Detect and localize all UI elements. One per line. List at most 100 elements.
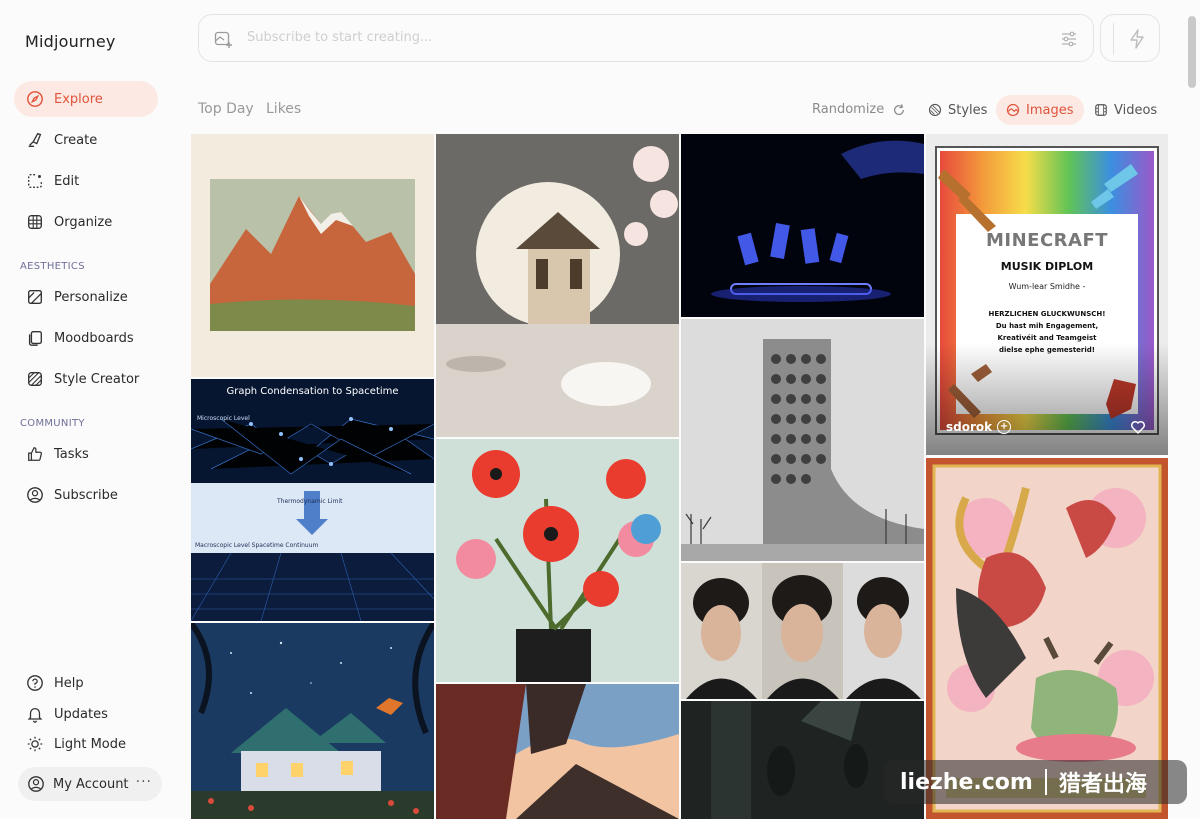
sidebar-item-moodboards[interactable]: Moodboards [14,320,158,356]
refresh-icon [894,103,905,115]
sidebar-item-label: Moodboards [54,330,134,346]
thumbs-up-icon [26,445,44,463]
diploma-congrats: HERZLICHEN GLUCKWUNSCH! [988,310,1106,318]
image-card-neon-hand[interactable] [681,134,924,317]
sidebar-item-label: Edit [54,173,80,189]
sunset-street-illustration [436,684,679,819]
scrollbar-thumb[interactable] [1188,16,1196,88]
filter-videos-label: Videos [1114,102,1158,118]
account-label: My Account [53,776,129,792]
personalize-icon [26,288,44,306]
poppies-illustration [436,439,679,682]
image-card-poppies[interactable] [436,439,679,682]
sidebar-item-subscribe[interactable]: Subscribe [14,477,158,513]
diploma-line-1: Du hast mih Engagement, [995,322,1099,330]
sidebar-item-personalize[interactable]: Personalize [14,279,158,315]
app-root: Midjourney Explore Create Edit Organize [0,0,1200,819]
filter-videos[interactable]: Videos [1084,95,1167,125]
graph-subtitle-thermo: Thermodynamic Limit [277,498,343,505]
add-image-icon[interactable] [213,29,233,49]
diploma-name: Wum-lear Smidhe - [1008,282,1086,291]
diploma-logo: MINECRAFT [985,230,1109,251]
bell-icon [26,705,44,723]
sidebar-item-organize[interactable]: Organize [14,204,158,240]
brutalist-tower-illustration [681,319,924,561]
section-label-aesthetics: AESTHETICS [20,261,85,272]
moon-pavilion-illustration [436,134,679,437]
randomize-label: Randomize [812,102,885,117]
card-author[interactable]: sdorok + [946,420,1012,434]
sidebar-item-explore[interactable]: Explore [14,81,158,117]
card-author-name: sdorok [946,420,993,434]
image-icon [1006,103,1020,117]
minecraft-diploma-illustration [926,134,1168,455]
graph-title: Graph Condensation to Spacetime [226,386,399,397]
settings-sliders-icon[interactable] [1059,29,1079,49]
fast-mode-button[interactable] [1100,14,1160,62]
tab-likes[interactable]: Likes [266,101,301,117]
palette-icon [928,103,942,117]
image-card-moon-pavilion[interactable] [436,134,679,437]
portraits-illustration [681,563,924,699]
section-label-community: COMMUNITY [20,418,85,429]
watermark-left: liezhe.com [900,769,1033,795]
sidebar-item-style-creator[interactable]: Style Creator [14,361,158,397]
prompt-bar[interactable]: Subscribe to start creating... [198,14,1094,62]
sidebar-item-create[interactable]: Create [14,122,158,158]
user-circle-icon [27,775,45,793]
graph-subtitle-macro: Macroscopic Level Spacetime Continuum [195,542,319,549]
sidebar-item-label: Explore [54,91,103,107]
filter-styles[interactable]: Styles [918,95,997,125]
app-logo[interactable]: Midjourney [25,32,116,51]
neon-hand-illustration [681,134,924,317]
filter-styles-label: Styles [948,102,988,118]
randomize-button[interactable]: Randomize [812,102,906,117]
filter-images-label: Images [1026,102,1074,118]
more-icon[interactable]: ··· [136,774,152,790]
sidebar-item-label: Style Creator [54,371,140,387]
image-card-minecraft-diploma[interactable]: MINECRAFT MUSIK DIPLOM Wum-lear Smidhe -… [926,134,1168,455]
image-card-graph-condensation[interactable]: Graph Condensation to Spacetime Microsco… [191,379,434,621]
image-card-portraits[interactable] [681,563,924,699]
style-creator-icon [26,370,44,388]
sidebar-item-label: Subscribe [54,487,118,503]
sidebar-item-light-mode[interactable]: Light Mode [14,726,158,762]
moodboards-icon [26,329,44,347]
watermark-separator [1044,769,1047,795]
sidebar-item-label: Updates [54,706,108,722]
sidebar-item-label: Personalize [54,289,128,305]
sidebar-item-label: Help [54,675,84,691]
help-icon [26,674,44,692]
diploma-line-2: Kreativéit and Teamgeist [997,334,1097,342]
sidebar-item-edit[interactable]: Edit [14,163,158,199]
image-card-cottage[interactable] [191,623,434,819]
prompt-input[interactable]: Subscribe to start creating... [247,30,432,45]
mountain-illustration [191,134,434,377]
image-card-mountain[interactable] [191,134,434,377]
sidebar-item-label: Tasks [54,446,89,462]
like-heart-icon[interactable] [1130,419,1146,435]
cottage-illustration [191,623,434,819]
sidebar-item-label: Create [54,132,98,148]
my-account-button[interactable]: My Account ··· [18,767,162,801]
tab-top-day[interactable]: Top Day [198,101,254,117]
divider [1113,23,1114,55]
sidebar-item-tasks[interactable]: Tasks [14,436,158,472]
sidebar: Midjourney Explore Create Edit Organize [0,0,180,819]
filter-images[interactable]: Images [996,95,1084,125]
video-icon [1095,104,1107,116]
watermark: liezhe.com 猎者出海 [884,760,1187,804]
sun-icon [26,735,44,753]
edit-icon [26,172,44,190]
image-card-brutalist-tower[interactable] [681,319,924,561]
sidebar-item-label: Organize [54,214,113,230]
image-card-sunset-street[interactable] [436,684,679,819]
bolt-icon [1130,29,1144,49]
diploma-title: MUSIK DIPLOM [1000,260,1094,273]
graph-subtitle-micro: Microscopic Level [197,415,250,422]
brush-icon [26,131,44,149]
user-circle-icon [26,486,44,504]
watermark-right: 猎者出海 [1058,772,1147,797]
follow-plus-icon[interactable]: + [997,420,1012,434]
grid-icon [26,213,44,231]
